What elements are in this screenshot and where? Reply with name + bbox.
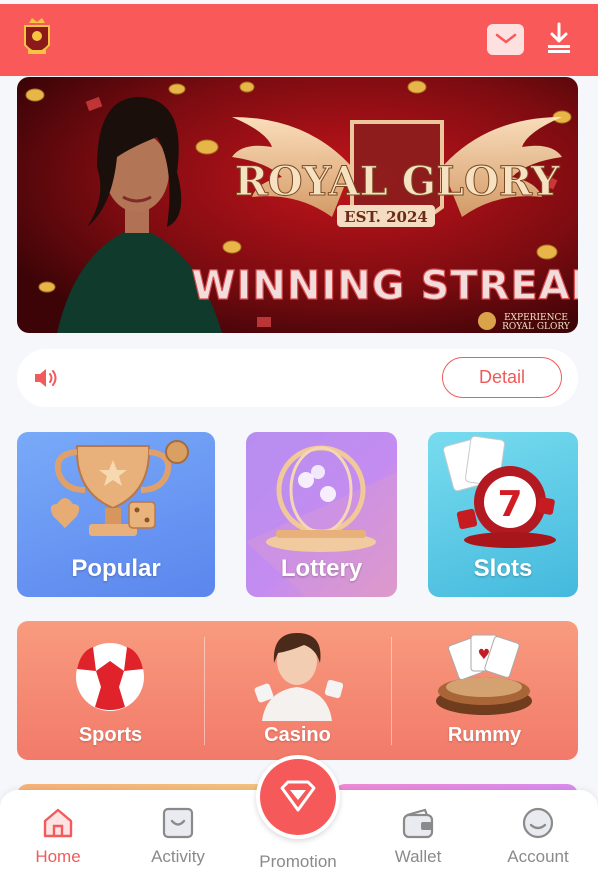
- game-casino[interactable]: Casino: [204, 621, 391, 760]
- tab-activity-label: Activity: [151, 847, 205, 866]
- diamond-icon: [280, 780, 316, 812]
- tab-account[interactable]: Account: [488, 806, 588, 876]
- category-lottery[interactable]: Lottery: [246, 432, 397, 597]
- game-casino-label: Casino: [264, 724, 331, 746]
- home-icon: [43, 808, 73, 838]
- game-sports-label: Sports: [78, 724, 143, 746]
- speaker-icon: [35, 369, 57, 387]
- category-lottery-label: Lottery: [280, 555, 363, 582]
- tab-wallet[interactable]: Wallet: [368, 806, 468, 876]
- game-rummy[interactable]: ♥ Rummy: [391, 621, 578, 760]
- wallet-icon: [402, 808, 434, 839]
- svg-text:7: 7: [497, 484, 522, 525]
- activity-icon: [162, 807, 194, 839]
- tab-promotion[interactable]: Promotion: [248, 838, 348, 878]
- category-slots[interactable]: 7 Slots: [428, 432, 578, 597]
- banner-est-text: EST. 2024: [344, 208, 428, 226]
- app-header: [0, 0, 598, 76]
- download-icon: [548, 22, 570, 53]
- category-popular-label: Popular: [71, 555, 161, 582]
- tab-activity[interactable]: Activity: [128, 806, 228, 876]
- banner-badge-bottom: ROYAL GLORY: [502, 322, 571, 332]
- notice-bar: Detail: [17, 349, 578, 407]
- category-slots-label: Slots: [473, 555, 533, 582]
- banner-headline: WINNING STREAK: [191, 263, 578, 309]
- banner-brand-text: ROYAL GLORY: [235, 158, 560, 205]
- promotion-button-inner: [260, 759, 336, 835]
- soccer-ball-icon: [76, 643, 144, 711]
- dealer-icon: [254, 633, 344, 721]
- tab-promotion-label: Promotion: [259, 852, 337, 871]
- tab-wallet-label: Wallet: [394, 847, 442, 866]
- download-button[interactable]: [544, 21, 574, 55]
- game-sports[interactable]: Sports: [17, 621, 204, 760]
- header-top-strip: [0, 0, 598, 4]
- svg-text:♥: ♥: [478, 647, 491, 663]
- tab-home-label: Home: [35, 847, 81, 866]
- envelope-icon: [495, 33, 516, 43]
- tab-account-label: Account: [507, 847, 569, 866]
- promotion-button[interactable]: [256, 755, 340, 839]
- game-type-panel: Sports Casino ♥ Rummy: [17, 621, 578, 760]
- promo-banner[interactable]: ROYAL GLORY EST. 2024 WINNING STREAK EXP…: [17, 77, 578, 333]
- category-popular[interactable]: Popular: [17, 432, 215, 597]
- messages-button[interactable]: [487, 24, 524, 55]
- crown-shield-logo-icon[interactable]: [22, 17, 52, 61]
- game-rummy-label: Rummy: [447, 724, 522, 746]
- detail-button[interactable]: Detail: [442, 357, 562, 398]
- tab-home[interactable]: Home: [8, 806, 108, 876]
- account-icon: [522, 807, 554, 839]
- playing-cards-icon: ♥: [436, 634, 532, 715]
